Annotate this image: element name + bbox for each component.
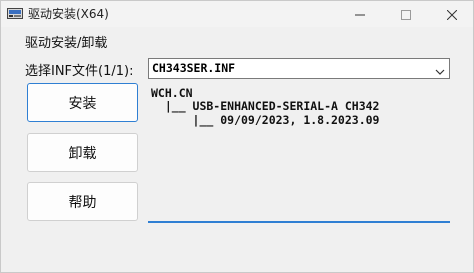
minimize-icon: [355, 5, 365, 24]
close-icon: [446, 5, 458, 24]
driver-install-window: 驱动安装(X64) 驱动安装/卸载 选择INF文件(1/1): CH343SER…: [0, 0, 474, 273]
inf-file-value: CH343SER.INF: [152, 61, 236, 75]
uninstall-button[interactable]: 卸载: [27, 133, 138, 172]
group-title: 驱动安装/卸载: [25, 36, 108, 51]
info-line-vendor: WCH.CN: [151, 86, 193, 100]
chevron-down-icon[interactable]: [434, 63, 446, 75]
minimize-button[interactable]: [337, 1, 383, 27]
info-line-version: |__ 09/09/2023, 1.8.2023.09: [151, 113, 380, 127]
title-bar: 驱动安装(X64): [1, 1, 473, 27]
window-title: 驱动安装(X64): [28, 7, 109, 21]
install-button[interactable]: 安装: [27, 83, 138, 122]
driver-info-panel: WCH.CN |__ USB-ENHANCED-SERIAL-A CH342 |…: [148, 83, 450, 223]
info-line-device: |__ USB-ENHANCED-SERIAL-A CH342: [151, 99, 380, 113]
inf-file-select[interactable]: CH343SER.INF: [148, 58, 450, 79]
help-button[interactable]: 帮助: [27, 182, 138, 221]
app-icon: [7, 6, 23, 20]
maximize-icon: [401, 5, 411, 24]
inf-file-label: 选择INF文件(1/1):: [25, 64, 134, 79]
close-button[interactable]: [429, 1, 473, 27]
maximize-button[interactable]: [383, 1, 429, 27]
